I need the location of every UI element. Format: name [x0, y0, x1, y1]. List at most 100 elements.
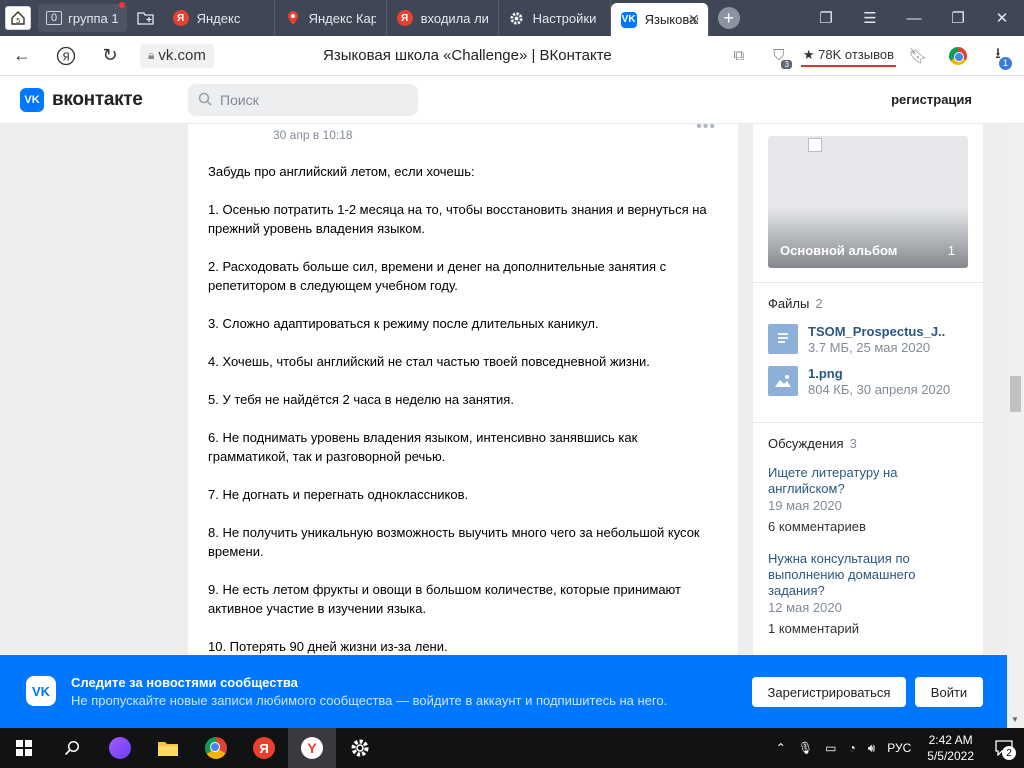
copy-icon: ❐	[819, 10, 833, 27]
restore-button[interactable]: ❐	[936, 0, 980, 36]
page-title: Языковая школа «Challenge» | ВКонтакте	[323, 47, 612, 64]
tab-group-count: 0	[46, 11, 63, 25]
restore-icon: ❐	[951, 10, 965, 27]
files-header[interactable]: Файлы 2	[768, 296, 823, 311]
post-paragraph: 9. Не есть летом фрукты и овощи в большо…	[208, 582, 681, 616]
notifications-button[interactable]: 2	[984, 728, 1024, 768]
bookmark-button[interactable]: 🔖︎	[900, 36, 936, 76]
close-window-button[interactable]: ✕	[980, 0, 1024, 36]
new-tab-button[interactable]: +	[709, 0, 749, 36]
language-indicator[interactable]: РУС	[881, 741, 917, 755]
collections-button[interactable]: ❐	[804, 0, 848, 36]
post-paragraph: 2. Расходовать больше сил, времени и ден…	[208, 259, 667, 293]
tab-label: входила ли	[420, 10, 488, 26]
clock-time: 2:42 AM	[928, 733, 973, 747]
clock[interactable]: 2:42 AM 5/5/2022	[917, 732, 984, 764]
search-input[interactable]	[220, 92, 400, 108]
discussion-item[interactable]: Ищете литературу на английском? 19 мая 2…	[768, 465, 968, 534]
album-name: Основной альбом	[780, 243, 898, 258]
wall-post: 30 апр в 10:18 ••• Забудь про английский…	[188, 124, 738, 656]
tab-yandex-maps[interactable]: Яндекс Карты	[275, 0, 387, 36]
translate-button[interactable]: ⧉	[721, 36, 757, 76]
subscribe-banner: VK Следите за новостями сообщества Не пр…	[0, 655, 1007, 728]
tab-group-label: группа 1	[68, 10, 119, 26]
svg-text:Я: Я	[62, 50, 70, 63]
volume-icon[interactable]: 🔊︎	[862, 741, 882, 756]
divider	[753, 422, 983, 423]
microphone-icon[interactable]: 🎙︎	[792, 741, 819, 755]
discussions-header[interactable]: Обсуждения 3	[768, 436, 857, 451]
yandex-icon: Я	[253, 737, 275, 759]
menu-button[interactable]: ☰	[848, 0, 892, 36]
gear-icon	[509, 10, 525, 26]
downloads-button[interactable]: ⭳ 1	[980, 36, 1016, 76]
register-link[interactable]: регистрация	[891, 92, 972, 107]
vk-icon: VK	[20, 88, 44, 112]
yandex-logo-icon: Я	[56, 46, 76, 65]
start-button[interactable]	[0, 728, 48, 768]
tab-yandex[interactable]: Я Яндекс	[163, 0, 275, 36]
community-sidebar: Основной альбом 1 Файлы 2 TSOM_Prospectus…	[753, 124, 983, 656]
scroll-down-icon[interactable]: ▼	[1011, 715, 1019, 724]
document-icon	[768, 324, 798, 354]
yandex-button[interactable]: Я	[44, 36, 88, 76]
alice-button[interactable]	[96, 728, 144, 768]
tab-search[interactable]: Я входила ли	[387, 0, 499, 36]
more-options-icon[interactable]: •••	[696, 124, 716, 136]
network-icon[interactable]: ▭	[819, 741, 842, 755]
tab-vk-active[interactable]: VK Языковая школа ✕	[610, 3, 709, 36]
file-meta: 3.7 МБ, 25 мая 2020	[808, 340, 931, 355]
new-tab-group-button[interactable]	[129, 0, 163, 36]
broken-image-icon	[808, 138, 822, 152]
wifi-icon[interactable]: ◔	[842, 741, 861, 755]
protect-button[interactable]: ⛉ 3	[761, 36, 797, 76]
tab-group[interactable]: 0 группа 1	[38, 2, 127, 32]
vk-icon: VK	[620, 11, 637, 28]
home-icon: 5	[5, 6, 31, 30]
discussion-title[interactable]: Нужна консультация по выполнению домашне…	[768, 551, 968, 599]
banner-title: Следите за новостями сообщества	[71, 675, 298, 690]
settings-taskbar-button[interactable]	[336, 728, 384, 768]
discussion-item[interactable]: Нужна консультация по выполнению домашне…	[768, 551, 968, 636]
chrome-extension-button[interactable]	[940, 36, 976, 76]
file-item[interactable]: 1.png 804 КБ, 30 апреля 2020	[768, 366, 950, 397]
gear-icon	[351, 739, 369, 757]
yandex-browser-taskbar-button[interactable]: Y	[288, 728, 336, 768]
post-paragraph: 1. Осенью потратить 1-2 месяца на то, чт…	[208, 202, 707, 236]
chrome-taskbar-button[interactable]	[192, 728, 240, 768]
tab-settings[interactable]: Настройки	[499, 0, 611, 36]
search-icon	[198, 92, 212, 109]
post-text: Забудь про английский летом, если хочешь…	[208, 162, 718, 656]
discussion-comments: 6 комментариев	[768, 519, 866, 534]
url-field[interactable]: 🔒︎ vk.com	[140, 43, 214, 68]
yandex-taskbar-button[interactable]: Я	[240, 728, 288, 768]
minimize-button[interactable]: —	[892, 0, 936, 36]
search-taskbar-button[interactable]	[48, 728, 96, 768]
notification-dot	[118, 2, 125, 8]
vk-logo[interactable]: VK вконтакте	[20, 88, 143, 112]
login-button[interactable]: Войти	[915, 677, 983, 707]
chevron-up-icon[interactable]: ⌃	[770, 741, 792, 755]
photo-album[interactable]: Основной альбом 1	[768, 136, 968, 268]
reviews-button[interactable]: ★ 78K отзывов	[800, 45, 896, 67]
reload-icon: ↻	[102, 45, 118, 65]
close-icon: ✕	[995, 10, 1009, 27]
post-paragraph: 6. Не поднимать уровень владения языком,…	[208, 430, 638, 464]
discussion-title[interactable]: Ищете литературу на английском?	[768, 465, 968, 497]
home-button[interactable]: 5	[0, 0, 36, 36]
scrollbar-thumb[interactable]	[1010, 376, 1021, 412]
register-button[interactable]: Зарегистрироваться	[752, 677, 906, 707]
tab-label: Яндекс	[196, 10, 241, 26]
album-shade	[768, 208, 968, 268]
file-item[interactable]: TSOM_Prospectus_J.. 3.7 МБ, 25 мая 2020	[768, 324, 945, 355]
page-scrollbar[interactable]: ▼	[1007, 124, 1024, 728]
yandex-icon: Я	[396, 10, 413, 26]
vk-logo-text: вконтакте	[52, 89, 143, 110]
back-button[interactable]: ←	[0, 36, 44, 76]
close-tab-icon[interactable]: ✕	[688, 11, 700, 28]
files-title: Файлы	[768, 296, 810, 311]
post-date[interactable]: 30 апр в 10:18	[273, 128, 353, 142]
search-box	[188, 84, 418, 116]
reload-button[interactable]: ↻	[88, 36, 132, 76]
file-explorer-button[interactable]	[144, 728, 192, 768]
